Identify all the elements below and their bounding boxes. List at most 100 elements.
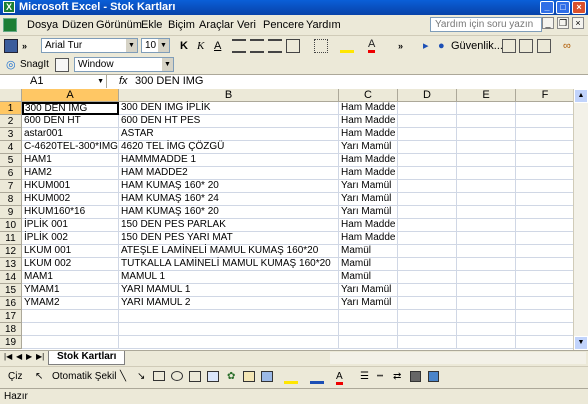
row-header-17[interactable]: 17 — [0, 310, 22, 323]
row-header-1[interactable]: 1 — [0, 102, 22, 115]
cell-c4[interactable]: Yarı Mamül — [339, 141, 398, 154]
cell-e8[interactable] — [457, 193, 516, 206]
cell-c2[interactable]: Ham Madde — [339, 115, 398, 128]
menu-dosya[interactable]: Dosya — [27, 19, 58, 31]
arrow-icon[interactable]: ↘ — [137, 371, 145, 382]
help-search-input[interactable]: Yardım için soru yazın — [430, 17, 542, 32]
cell-f15[interactable] — [516, 284, 575, 297]
cell-c11[interactable]: Ham Madde — [339, 232, 398, 245]
text-box-icon[interactable] — [189, 371, 201, 382]
menu-ekle[interactable]: Ekle — [141, 19, 162, 31]
cell-c10[interactable]: Ham Madde — [339, 219, 398, 232]
row-header-14[interactable]: 14 — [0, 271, 22, 284]
menu-gorunum[interactable]: Görünüm — [96, 19, 142, 31]
cell-a14[interactable]: MAM1 — [22, 271, 119, 284]
cell-d15[interactable] — [398, 284, 457, 297]
cell-e12[interactable] — [457, 245, 516, 258]
cell-e15[interactable] — [457, 284, 516, 297]
merge-center-icon[interactable] — [286, 39, 300, 53]
cell-d2[interactable] — [398, 115, 457, 128]
design-mode-icon[interactable] — [537, 39, 551, 53]
cell-b18[interactable] — [119, 323, 339, 336]
cell-a3[interactable]: astar001 — [22, 128, 119, 141]
font-name-select[interactable]: Arial Tur ▼ — [41, 38, 138, 53]
cell-d11[interactable] — [398, 232, 457, 245]
cell-d10[interactable] — [398, 219, 457, 232]
bold-button[interactable]: K — [180, 39, 188, 53]
cell-f13[interactable] — [516, 258, 575, 271]
cell-f6[interactable] — [516, 167, 575, 180]
horizontal-scrollbar[interactable] — [330, 352, 586, 364]
cell-d14[interactable] — [398, 271, 457, 284]
row-header-15[interactable]: 15 — [0, 284, 22, 297]
formula-input[interactable]: 300 DEN IMG — [135, 75, 203, 88]
cell-c9[interactable]: Yarı Mamül — [339, 206, 398, 219]
row-header-6[interactable]: 6 — [0, 167, 22, 180]
capture-settings-icon[interactable] — [55, 58, 69, 72]
line-icon[interactable]: ╲ — [120, 371, 126, 382]
cell-d4[interactable] — [398, 141, 457, 154]
row-header-12[interactable]: 12 — [0, 245, 22, 258]
clip-art-icon[interactable] — [243, 371, 255, 382]
cell-a10[interactable]: İPLİK 001 — [22, 219, 119, 232]
link-icon[interactable]: ∞ — [563, 39, 571, 53]
scroll-up-icon[interactable]: ▲ — [574, 89, 588, 103]
cell-d1[interactable] — [398, 102, 457, 115]
column-header-d[interactable]: D — [398, 89, 457, 102]
cell-d3[interactable] — [398, 128, 457, 141]
cell-f18[interactable] — [516, 323, 575, 336]
row-header-8[interactable]: 8 — [0, 193, 22, 206]
rectangle-icon[interactable] — [153, 371, 165, 381]
cell-c8[interactable]: Yarı Mamül — [339, 193, 398, 206]
cell-c17[interactable] — [339, 310, 398, 323]
cell-a17[interactable] — [22, 310, 119, 323]
cell-d16[interactable] — [398, 297, 457, 310]
cell-c19[interactable] — [339, 336, 398, 349]
cell-a18[interactable] — [22, 323, 119, 336]
next-sheet-icon[interactable]: ▶ — [26, 352, 32, 361]
cell-b7[interactable]: HAM KUMAŞ 160* 20 — [119, 180, 339, 193]
cell-a7[interactable]: HKUM001 — [22, 180, 119, 193]
cell-d13[interactable] — [398, 258, 457, 271]
cell-a19[interactable] — [22, 336, 119, 349]
row-header-3[interactable]: 3 — [0, 128, 22, 141]
cell-b10[interactable]: 150 DEN PES PARLAK — [119, 219, 339, 232]
cell-d17[interactable] — [398, 310, 457, 323]
cell-a8[interactable]: HKUM002 — [22, 193, 119, 206]
doc-minimize-button[interactable]: _ — [542, 17, 554, 29]
select-all-corner[interactable] — [0, 89, 22, 102]
menu-duzen[interactable]: Düzen — [62, 19, 94, 31]
play-icon[interactable]: ▸ — [423, 39, 429, 53]
cell-b3[interactable]: ASTAR — [119, 128, 339, 141]
cell-d8[interactable] — [398, 193, 457, 206]
italic-button[interactable]: K — [197, 39, 204, 53]
row-header-7[interactable]: 7 — [0, 180, 22, 193]
cell-c1[interactable]: Ham Madde — [339, 102, 398, 115]
security-icon[interactable]: ● — [438, 39, 445, 53]
cell-e1[interactable] — [457, 102, 516, 115]
menu-araclar[interactable]: Araçlar — [199, 19, 234, 31]
cell-f17[interactable] — [516, 310, 575, 323]
capture-mode-select[interactable]: Window ▼ — [74, 57, 174, 72]
cell-a4[interactable]: C-4620TEL-300*IMG — [22, 141, 119, 154]
cell-f4[interactable] — [516, 141, 575, 154]
cell-f1[interactable] — [516, 102, 575, 115]
cell-e19[interactable] — [457, 336, 516, 349]
cell-e11[interactable] — [457, 232, 516, 245]
vertical-scrollbar[interactable]: ▲ ▼ — [573, 89, 588, 350]
snagit-button[interactable]: SnagIt — [20, 58, 49, 72]
scroll-down-icon[interactable]: ▼ — [574, 336, 588, 350]
borders-icon[interactable] — [314, 39, 328, 53]
name-box[interactable]: A1 ▼ — [2, 75, 107, 88]
last-sheet-icon[interactable]: ▶| — [36, 352, 44, 361]
cell-e3[interactable] — [457, 128, 516, 141]
cell-e2[interactable] — [457, 115, 516, 128]
cell-b5[interactable]: HAMMMADDE 1 — [119, 154, 339, 167]
cell-f19[interactable] — [516, 336, 575, 349]
column-header-c[interactable]: C — [339, 89, 398, 102]
cell-a1[interactable]: 300 DEN IMG — [22, 102, 119, 115]
wordart-icon[interactable] — [207, 371, 219, 382]
row-header-5[interactable]: 5 — [0, 154, 22, 167]
cell-d5[interactable] — [398, 154, 457, 167]
cell-c7[interactable]: Yarı Mamül — [339, 180, 398, 193]
